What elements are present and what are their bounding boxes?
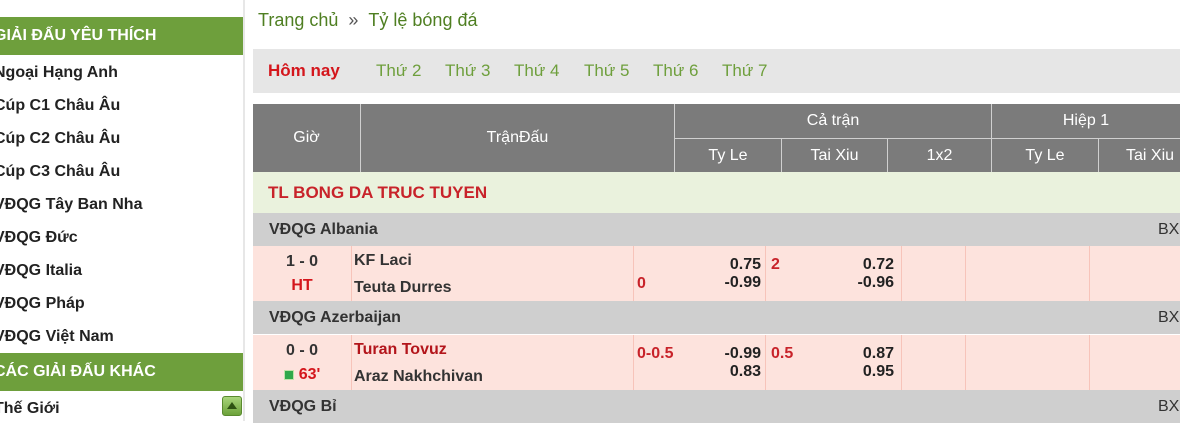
half-over-under-cell <box>1089 335 1180 390</box>
breadcrumb-current[interactable]: Tỷ lệ bóng đá <box>368 10 477 30</box>
col-full-over-under: Tai Xiu <box>781 139 887 172</box>
over-under-line: 2 <box>771 256 780 273</box>
other-leagues-header: CÁC GIẢI ĐẤU KHÁC <box>0 353 243 391</box>
over-under-line: 0.5 <box>771 345 794 362</box>
odds-1x2-cell <box>901 246 965 301</box>
half-handicap-cell <box>965 335 1089 390</box>
match-score: 0 - 0 <box>285 342 318 359</box>
favorites-list: Ngoại Hạng Anh Cúp C1 Châu Âu Cúp C2 Châ… <box>0 56 243 353</box>
col-half-over-under: Tai Xiu <box>1098 139 1180 172</box>
league-name: VĐQG Bỉ <box>269 398 337 415</box>
sidebar: GIẢI ĐẤU YÊU THÍCH Ngoại Hạng Anh Cúp C1… <box>0 0 245 421</box>
league-name: VĐQG Azerbaijan <box>269 309 401 326</box>
handicap-line: 0 <box>637 275 646 292</box>
match-row[interactable]: 1 - 0 HT KF Laci Teuta Durres 0 0.75 -0.… <box>253 246 1180 301</box>
sidebar-item-v-league[interactable]: VĐQG Việt Nam <box>0 320 243 353</box>
tab-wednesday[interactable]: Thứ 4 <box>514 49 559 93</box>
sidebar-item-ligue-1[interactable]: VĐQG Pháp <box>0 287 243 320</box>
match-status: HT <box>291 277 313 294</box>
tab-tuesday[interactable]: Thứ 3 <box>445 49 490 93</box>
sidebar-divider <box>243 0 245 421</box>
odds-1x2-cell <box>901 335 965 390</box>
handicap-away-odds[interactable]: -0.99 <box>701 274 761 292</box>
sidebar-item-conference-league[interactable]: Cúp C3 Châu Âu <box>0 155 243 188</box>
away-team[interactable]: Teuta Durres <box>354 279 452 297</box>
half-handicap-cell <box>965 246 1089 301</box>
sidebar-item-champions-league[interactable]: Cúp C1 Châu Âu <box>0 89 243 122</box>
tab-thursday[interactable]: Thứ 5 <box>584 49 629 93</box>
sidebar-item-europa-league[interactable]: Cúp C2 Châu Âu <box>0 122 243 155</box>
breadcrumb-separator: » <box>348 10 359 30</box>
main-content: Trang chủ » Tỷ lệ bóng đá Hôm nay Thứ 2 Th… <box>253 0 1180 423</box>
away-team[interactable]: Araz Nakhchivan <box>354 368 483 386</box>
live-icon <box>283 370 294 380</box>
handicap-home-odds[interactable]: 0.75 <box>701 256 761 274</box>
home-team[interactable]: Turan Tovuz <box>354 341 447 359</box>
favorites-header: GIẢI ĐẤU YÊU THÍCH <box>0 17 243 55</box>
handicap-away-odds[interactable]: 0.83 <box>701 363 761 381</box>
tab-today[interactable]: Hôm nay <box>268 49 340 93</box>
section-title: TL BONG DA TRUC TUYEN <box>253 172 1180 213</box>
match-score: 1 - 0 <box>285 253 318 270</box>
breadcrumb-home-link[interactable]: Trang chủ <box>258 10 338 30</box>
league-name: VĐQG Albania <box>269 221 378 238</box>
league-row[interactable]: VĐQG Albania BX <box>253 213 1180 246</box>
league-row[interactable]: VĐQG Bỉ BX <box>253 390 1180 423</box>
league-bx-link[interactable]: BX <box>1158 213 1179 246</box>
under-odds[interactable]: 0.95 <box>834 363 894 381</box>
home-team[interactable]: KF Laci <box>354 252 412 270</box>
tab-friday[interactable]: Thứ 6 <box>653 49 698 93</box>
col-time: Giờ <box>293 129 320 146</box>
sidebar-item-serie-a[interactable]: VĐQG Italia <box>0 254 243 287</box>
odds-table-header: Giờ TrậnĐấu Cả trận Hiệp 1 Ty Le Tai Xiu… <box>253 104 1180 172</box>
match-row[interactable]: 0 - 0 63' Turan Tovuz Araz Nakhchivan 0-… <box>253 335 1180 390</box>
over-odds[interactable]: 0.87 <box>834 345 894 363</box>
league-bx-link[interactable]: BX <box>1158 301 1179 334</box>
sidebar-item-la-liga[interactable]: VĐQG Tây Ban Nha <box>0 188 243 221</box>
breadcrumb: Trang chủ » Tỷ lệ bóng đá <box>258 10 477 31</box>
col-first-half: Hiệp 1 <box>991 104 1180 138</box>
tab-saturday[interactable]: Thứ 7 <box>722 49 767 93</box>
sidebar-item-premier-league[interactable]: Ngoại Hạng Anh <box>0 56 243 89</box>
col-full-1x2: 1x2 <box>887 139 991 172</box>
match-minute: 63' <box>298 366 321 383</box>
scroll-up-icon[interactable] <box>222 396 242 416</box>
tab-monday[interactable]: Thứ 2 <box>376 49 421 93</box>
half-over-under-cell <box>1089 246 1180 301</box>
col-half-handicap: Ty Le <box>991 139 1098 172</box>
league-bx-link[interactable]: BX <box>1158 390 1179 423</box>
col-match: TrậnĐấu <box>360 104 674 172</box>
handicap-line: 0-0.5 <box>637 345 674 362</box>
col-full-match: Cả trận <box>674 104 991 138</box>
col-full-handicap: Ty Le <box>674 139 781 172</box>
under-odds[interactable]: -0.96 <box>834 274 894 292</box>
league-row[interactable]: VĐQG Azerbaijan BX <box>253 301 1180 334</box>
sidebar-item-bundesliga[interactable]: VĐQG Đức <box>0 221 243 254</box>
match-status: 63' <box>253 366 351 384</box>
day-tabs: Hôm nay Thứ 2 Thứ 3 Thứ 4 Thứ 5 Thứ 6 Th… <box>253 49 1180 93</box>
sidebar-item-world[interactable]: Thế Giới <box>0 392 243 425</box>
handicap-home-odds[interactable]: -0.99 <box>701 345 761 363</box>
over-odds[interactable]: 0.72 <box>834 256 894 274</box>
